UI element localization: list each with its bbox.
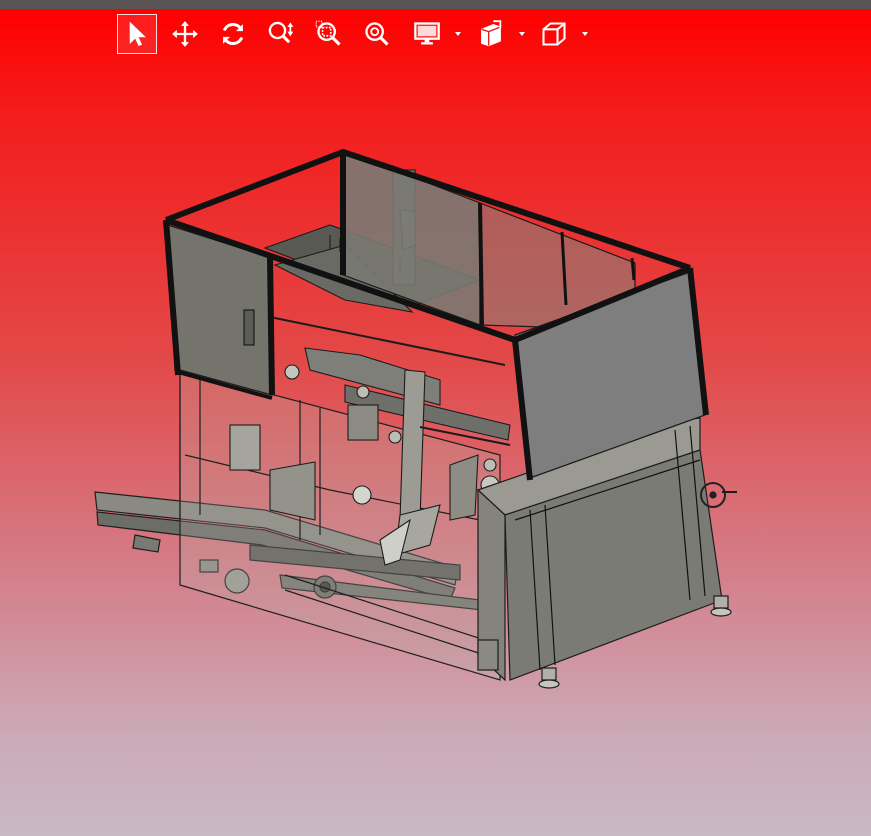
- caret-down-icon: [582, 32, 588, 36]
- section-cube-icon: [481, 20, 502, 47]
- zoom-fit-tool-button[interactable]: [357, 14, 397, 54]
- view-orientation-dropdown[interactable]: [581, 31, 589, 37]
- section-button[interactable]: [471, 14, 511, 54]
- monitor-icon: [414, 22, 440, 45]
- caret-down-icon: [455, 32, 461, 36]
- zoom-fit-icon: [365, 22, 389, 46]
- zoom-window-tool-button[interactable]: [309, 14, 349, 54]
- view-orientation-button[interactable]: [534, 14, 574, 54]
- select-tool-button[interactable]: [117, 14, 157, 54]
- arrow-pointer-icon: [129, 21, 146, 47]
- display-mode-dropdown[interactable]: [454, 31, 462, 37]
- rotate-tool-button[interactable]: [213, 14, 253, 54]
- zoom-window-icon: [315, 20, 341, 46]
- cad-model[interactable]: [0, 0, 871, 836]
- move-arrows-icon: [172, 21, 198, 47]
- caret-down-icon: [519, 32, 525, 36]
- pan-tool-button[interactable]: [165, 14, 205, 54]
- rotate-icon: [222, 22, 244, 46]
- display-mode-button[interactable]: [407, 14, 447, 54]
- section-dropdown[interactable]: [518, 31, 526, 37]
- zoom-tool-button[interactable]: [261, 14, 301, 54]
- base-cabinet[interactable]: [476, 417, 737, 689]
- wire-cube-icon: [542, 22, 566, 46]
- zoom-updown-icon: [268, 21, 294, 44]
